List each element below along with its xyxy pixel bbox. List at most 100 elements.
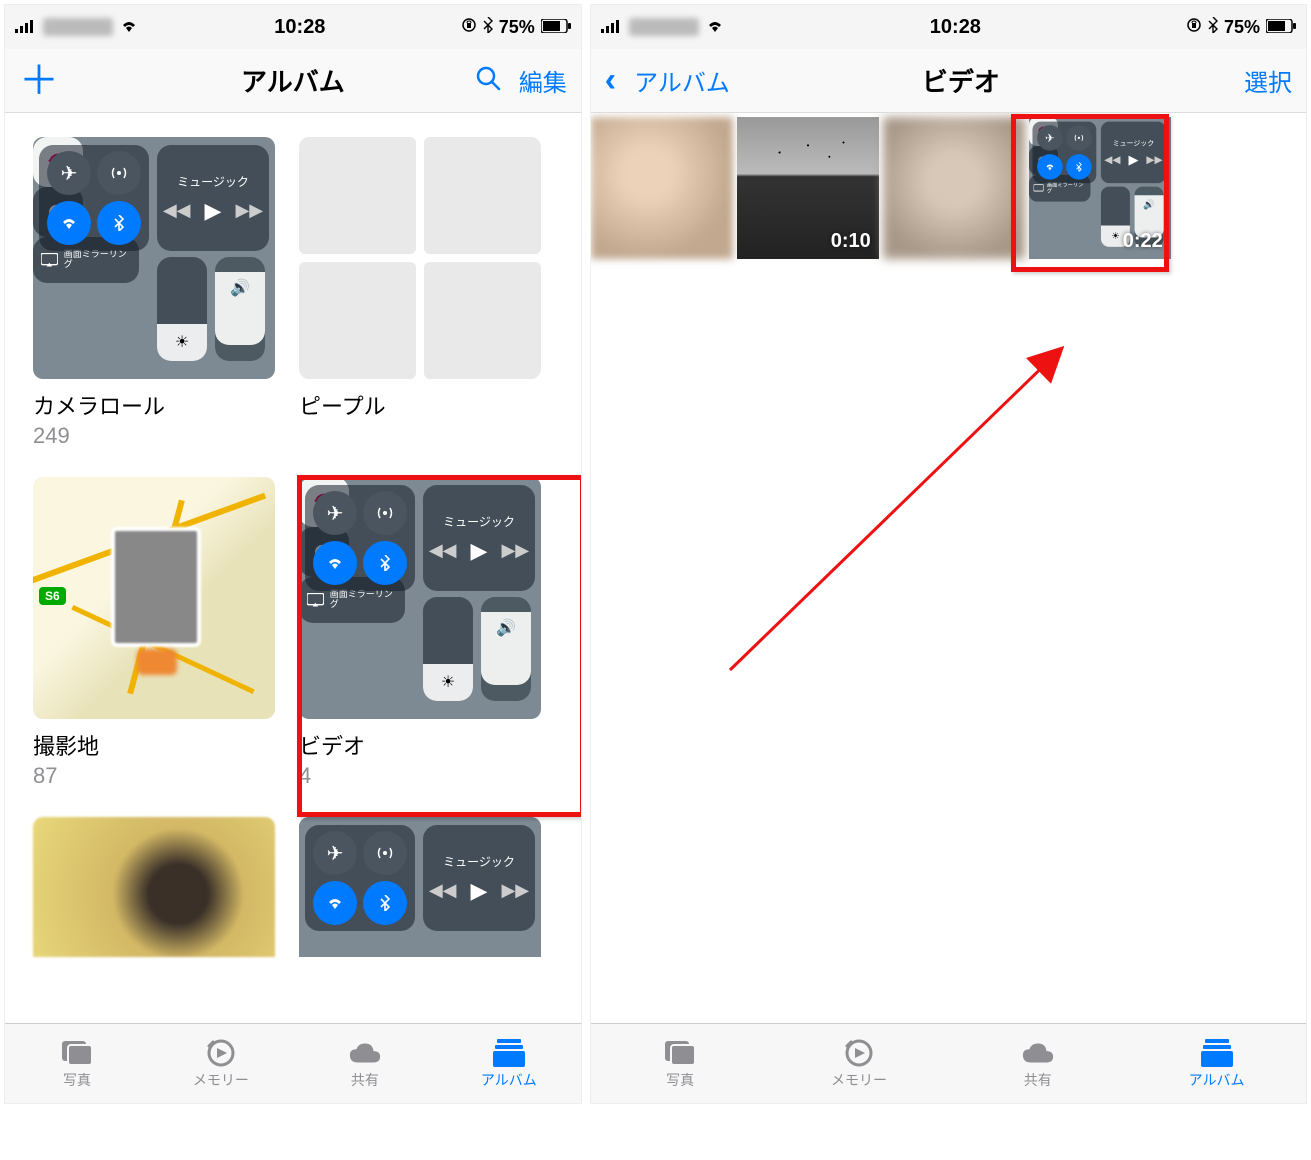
status-time: 10:28 (930, 16, 981, 39)
album-thumb: ✈ ミュージック ◀◀▶▶▶ ☀ 🔊 画面ミラーリ (33, 137, 275, 379)
tab-bar: 写真 メモリー 共有 アルバム (5, 1023, 581, 1103)
wifi-toggle-icon (313, 541, 357, 585)
play-icon: ▶ (471, 878, 488, 904)
volume-icon: 🔊 (215, 272, 265, 345)
cellular-icon (363, 831, 407, 875)
bluetooth-toggle-icon (363, 541, 407, 585)
wifi-icon (119, 17, 139, 38)
airplane-icon: ✈ (47, 151, 91, 195)
airplane-icon: ✈ (313, 831, 357, 875)
album-videos[interactable]: ✈ ミュージック ◀◀▶▶▶ ☀ 🔊 画面ミラーリ (299, 477, 541, 789)
nav-bar-albums: ＋ アルバム 編集 (5, 49, 581, 113)
tab-bar: 写真 メモリー 共有 アルバム (591, 1023, 1306, 1103)
video-item-4[interactable]: ✈ ミュージック ◀◀▶▶▶ ☀ 🔊 画面ミラーリ (1029, 117, 1171, 259)
album-thumb (33, 817, 275, 957)
tab-photos[interactable]: 写真 (591, 1024, 770, 1103)
tab-photos[interactable]: 写真 (5, 1024, 149, 1103)
battery-icon (541, 17, 571, 38)
carrier-label (43, 18, 113, 36)
phone-right-videos: 10:28 75% ‹ アルバム ビデオ 選択 (590, 4, 1307, 1104)
brightness-icon: ☀ (423, 664, 473, 701)
video-item-2[interactable]: 0:10 (737, 117, 879, 259)
nav-title: アルバム (119, 62, 467, 99)
prev-icon: ◀◀ (429, 880, 457, 901)
tab-memories[interactable]: メモリー (770, 1024, 949, 1103)
battery-percent: 75% (1224, 17, 1260, 38)
video-grid: 0:10 ✈ ミュージック ◀◀▶▶▶ (591, 117, 1306, 259)
album-thumb: ✈ ミュージック ◀◀▶▶▶ ☀ 🔊 画面ミラーリ (299, 477, 541, 719)
cellular-icon (363, 491, 407, 535)
battery-icon (1266, 17, 1296, 38)
status-time: 10:28 (274, 16, 325, 39)
signal-icon (15, 17, 37, 38)
album-partial-2[interactable]: ✈ ミュージック ◀◀▶▶▶ (299, 817, 541, 957)
add-album-button[interactable]: ＋ (19, 71, 59, 91)
photos-stack-icon (60, 1038, 94, 1068)
status-bar: 10:28 75% (5, 5, 581, 49)
memories-icon (204, 1038, 238, 1068)
album-thumb: ✈ ミュージック ◀◀▶▶▶ (299, 817, 541, 957)
album-count: 4 (299, 763, 541, 789)
cellular-icon (97, 151, 141, 195)
bluetooth-icon (483, 17, 493, 38)
airplane-icon: ✈ (1037, 125, 1063, 151)
wifi-toggle-icon (1037, 154, 1063, 180)
video-item-3[interactable] (883, 117, 1025, 259)
status-bar: 10:28 75% (591, 5, 1306, 49)
orientation-lock-icon (461, 17, 477, 38)
video-duration: 0:22 (1123, 230, 1163, 253)
music-label: ミュージック (443, 853, 515, 870)
tab-shared[interactable]: 共有 (948, 1024, 1127, 1103)
album-partial-1[interactable] (33, 817, 275, 957)
search-icon[interactable] (475, 65, 501, 96)
albums-stack-icon (1200, 1038, 1234, 1068)
albums-stack-icon (492, 1038, 526, 1068)
carrier-label (629, 18, 699, 36)
airplane-icon: ✈ (313, 491, 357, 535)
edit-button[interactable]: 編集 (519, 63, 567, 98)
nav-title: ビデオ (730, 62, 1192, 99)
album-title: ピープル (299, 389, 541, 421)
album-places[interactable]: S6 撮影地 87 (33, 477, 275, 789)
wifi-toggle-icon (47, 201, 91, 245)
cellular-icon (1066, 125, 1092, 151)
nav-bar-videos: ‹ アルバム ビデオ 選択 (591, 49, 1306, 113)
album-thumb (299, 137, 541, 379)
brightness-icon: ☀ (157, 324, 207, 361)
video-duration: 0:10 (831, 230, 871, 253)
album-title: ビデオ (299, 729, 541, 761)
album-people[interactable]: ピープル (299, 137, 541, 449)
map-route-badge: S6 (39, 587, 66, 605)
album-title: カメラロール (33, 389, 275, 421)
music-label: ミュージック (177, 173, 249, 190)
map-photo-pin-icon (111, 527, 201, 647)
videos-content: 0:10 ✈ ミュージック ◀◀▶▶▶ (591, 113, 1306, 1023)
bluetooth-toggle-icon (363, 881, 407, 925)
people-grid-icon (299, 137, 541, 379)
wifi-icon (705, 17, 725, 38)
tab-albums[interactable]: アルバム (437, 1024, 581, 1103)
prev-icon: ◀◀ (429, 540, 457, 561)
album-camera-roll[interactable]: ✈ ミュージック ◀◀▶▶▶ ☀ 🔊 画面ミラーリ (33, 137, 275, 449)
music-label: ミュージック (1112, 138, 1154, 148)
bluetooth-toggle-icon (1066, 154, 1092, 180)
select-button[interactable]: 選択 (1244, 63, 1292, 98)
orientation-lock-icon (1186, 17, 1202, 38)
video-item-1[interactable] (591, 117, 733, 259)
next-icon: ▶▶ (501, 880, 529, 901)
tab-albums[interactable]: アルバム (1127, 1024, 1306, 1103)
play-icon: ▶ (1128, 152, 1138, 167)
prev-icon: ◀◀ (163, 200, 191, 221)
back-button[interactable]: アルバム (634, 63, 730, 98)
tab-shared[interactable]: 共有 (293, 1024, 437, 1103)
album-count: 249 (33, 423, 275, 449)
prev-icon: ◀◀ (1104, 154, 1120, 166)
back-chevron-icon[interactable]: ‹ (605, 61, 616, 100)
play-icon: ▶ (471, 538, 488, 564)
cloud-icon (348, 1038, 382, 1068)
tab-memories[interactable]: メモリー (149, 1024, 293, 1103)
map-count-pin-icon (137, 649, 177, 675)
wifi-toggle-icon (313, 881, 357, 925)
bluetooth-toggle-icon (97, 201, 141, 245)
music-label: ミュージック (443, 513, 515, 530)
